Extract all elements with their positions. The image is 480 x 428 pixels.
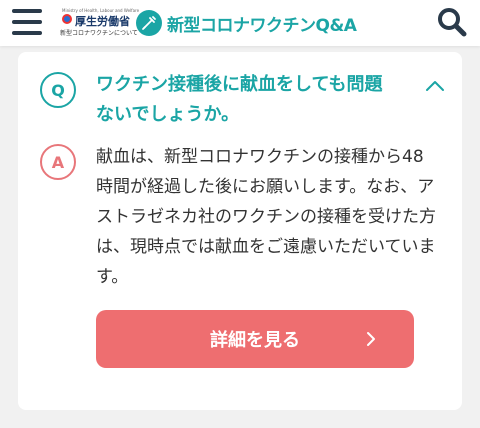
chevron-right-icon	[367, 332, 375, 346]
question-badge: Q	[40, 72, 76, 108]
menu-icon-bar	[12, 20, 42, 24]
site-title: 新型コロナワクチンQ&A	[167, 15, 357, 36]
chevron-up-icon	[426, 81, 444, 91]
search-icon	[438, 8, 467, 37]
ministry-emblem-icon	[62, 14, 72, 24]
ministry-subtitle: 新型コロナワクチンについて	[60, 30, 138, 37]
search-button[interactable]	[436, 6, 468, 38]
question-text: ワクチン接種後に献血をしても問題ないでしょうか。	[96, 74, 383, 125]
view-details-label: 詳細を見る	[210, 330, 300, 351]
syringe-icon	[136, 10, 162, 36]
menu-icon-bar	[12, 9, 42, 13]
view-details-button[interactable]: 詳細を見る	[96, 310, 414, 368]
faq-card: Q ワクチン接種後に献血をしても問題ないでしょうか。 A 献血は、新型コロナワク…	[18, 52, 462, 410]
ministry-name: 厚生労働省	[75, 15, 130, 28]
menu-button[interactable]	[12, 6, 44, 38]
ministry-logo[interactable]: Ministry of Health, Labour and Welfare 厚…	[58, 8, 139, 38]
app-header: Ministry of Health, Labour and Welfare 厚…	[0, 0, 480, 46]
answer-badge: A	[40, 144, 76, 180]
answer-text: 献血は、新型コロナワクチンの接種から48時間が経過した後にお願いします。なお、ア…	[96, 147, 436, 287]
menu-icon-bar	[12, 31, 42, 35]
site-brand[interactable]: 新型コロナワクチンQ&A	[136, 5, 357, 41]
collapse-toggle[interactable]	[424, 78, 446, 94]
